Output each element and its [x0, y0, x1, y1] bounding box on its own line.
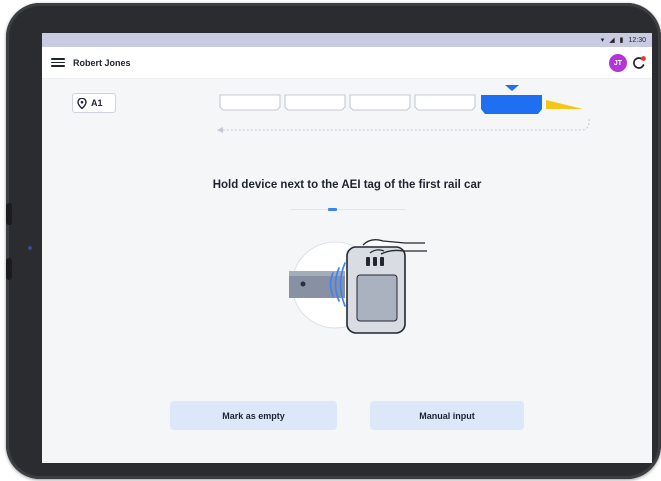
- volume-button: [6, 203, 12, 225]
- locomotive: [546, 100, 583, 109]
- app-screen: ▾ ◢ ▮ 12:30 Robert Jones JT A1 Hold devi…: [42, 33, 652, 463]
- mark-as-empty-button[interactable]: Mark as empty: [170, 401, 337, 430]
- train-progress: [217, 85, 590, 133]
- camera-dot: [28, 246, 32, 250]
- avatar[interactable]: JT: [609, 54, 627, 72]
- active-rail-car: [481, 85, 542, 114]
- status-bar: ▾ ◢ ▮ 12:30: [42, 33, 652, 47]
- rail-car-3: [349, 94, 411, 111]
- location-label: A1: [91, 98, 103, 108]
- rail-car-1: [219, 94, 281, 111]
- app-bar: Robert Jones JT: [42, 47, 652, 79]
- tablet-frame: ▾ ◢ ▮ 12:30 Robert Jones JT A1 Hold devi…: [6, 3, 661, 479]
- manual-input-button[interactable]: Manual input: [370, 401, 524, 430]
- direction-arrow: [217, 118, 590, 133]
- instruction-emphasis: first: [418, 179, 441, 191]
- scan-illustration: [289, 239, 427, 334]
- power-button: [6, 258, 12, 280]
- instruction-text: Hold device next to the AEI tag of the f…: [212, 179, 482, 191]
- status-time: 12:30: [628, 36, 646, 44]
- current-car-marker-icon: [505, 85, 519, 91]
- rail-car-2: [284, 94, 346, 111]
- location-chip[interactable]: A1: [72, 93, 116, 113]
- wifi-icon: ▾: [600, 37, 605, 44]
- handheld-device-icon: [346, 246, 406, 334]
- location-pin-icon: [77, 97, 87, 109]
- menu-icon[interactable]: [51, 56, 65, 70]
- step-progress-indicator: [328, 208, 337, 211]
- rail-car-4: [414, 94, 476, 111]
- step-progress-track: [290, 209, 406, 210]
- battery-icon: ▮: [619, 37, 624, 44]
- signal-icon: ◢: [609, 37, 615, 44]
- sync-icon[interactable]: [631, 54, 647, 72]
- user-name: Robert Jones: [73, 57, 131, 68]
